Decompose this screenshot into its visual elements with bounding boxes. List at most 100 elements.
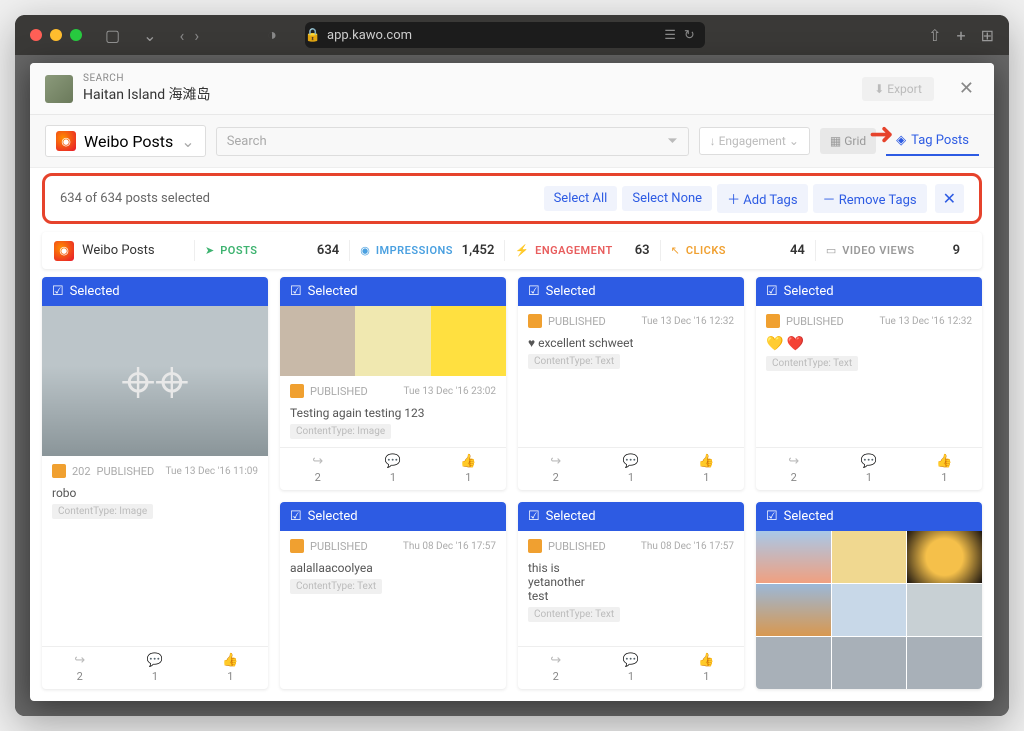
like-icon[interactable]: 👍 <box>431 454 506 469</box>
select-none-button[interactable]: Select None <box>622 186 712 211</box>
check-icon: ☑ <box>52 284 64 299</box>
chevron-down-icon[interactable]: ⌄ <box>143 26 156 45</box>
browser-window: ▢ ⌄ ‹ › ◑ 🔒 app.kawo.com ☰↻ ⇧ + ⊞ SEARCH… <box>15 15 1009 716</box>
comment-icon[interactable]: 💬 <box>593 653 668 668</box>
likes-count: 1 <box>193 670 268 683</box>
search-placeholder: Search <box>227 134 267 149</box>
traffic-lights[interactable] <box>30 29 82 41</box>
source-select[interactable]: Weibo Posts ⌄ <box>45 125 206 157</box>
maximize-window-icon[interactable] <box>70 29 82 41</box>
selected-header[interactable]: ☑Selected <box>280 502 506 531</box>
posts-grid: ☑Selected ⌖⌖ 202PUBLISHEDTue 13 Dec '16 … <box>30 277 994 701</box>
like-icon[interactable]: 👍 <box>669 653 744 668</box>
shield-icon[interactable]: ◑ <box>267 25 277 45</box>
post-text: ♥ excellent schweet <box>528 336 633 350</box>
post-image: ⌖⌖ <box>42 306 268 456</box>
content-type-tag: ContentType: Text <box>766 356 858 371</box>
comment-icon[interactable]: 💬 <box>117 653 192 668</box>
selected-header[interactable]: ☑Selected <box>756 502 982 531</box>
reload-icon[interactable]: ↻ <box>684 28 695 43</box>
tag-icon: ◈ <box>896 133 906 148</box>
page-body: SEARCH Haitan Island 海滩岛 ⬇ Export ✕ Weib… <box>15 55 1009 716</box>
posts-label: POSTS <box>220 244 257 257</box>
minimize-window-icon[interactable] <box>50 29 62 41</box>
post-card[interactable]: ☑Selected ⌖⌖ 202PUBLISHEDTue 13 Dec '16 … <box>42 277 268 689</box>
comment-icon[interactable]: 💬 <box>355 454 430 469</box>
post-card[interactable]: ☑Selected PUBLISHEDTue 13 Dec '16 12:32 … <box>518 277 744 490</box>
comments-count: 1 <box>117 670 192 683</box>
check-icon: ☑ <box>528 284 540 299</box>
post-image-grid <box>756 531 982 689</box>
post-text: this is yetanother test <box>528 561 585 603</box>
address-bar[interactable]: 🔒 app.kawo.com ☰↻ <box>305 22 705 48</box>
comment-icon[interactable]: 💬 <box>831 454 906 469</box>
new-tab-icon[interactable]: + <box>957 26 966 45</box>
grid-view-button[interactable]: ▦ Grid <box>820 128 876 154</box>
search-input[interactable]: Search ⏷ <box>216 127 689 156</box>
impressions-label: IMPRESSIONS <box>376 244 453 257</box>
share-icon[interactable]: ↪ <box>756 454 831 469</box>
like-icon[interactable]: 👍 <box>193 653 268 668</box>
tabs-icon[interactable]: ⊞ <box>981 26 994 45</box>
add-tags-button[interactable]: ＋ Add Tags <box>717 184 807 213</box>
post-card[interactable]: ☑Selected <box>756 502 982 689</box>
content-type-tag: ContentType: Text <box>528 354 620 369</box>
close-selection-icon[interactable]: ✕ <box>935 184 964 213</box>
post-thumbnails <box>280 306 506 376</box>
post-card[interactable]: ☑Selected PUBLISHEDTue 13 Dec '16 23:02 … <box>280 277 506 490</box>
post-card[interactable]: ☑Selected PUBLISHEDTue 13 Dec '16 12:32 … <box>756 277 982 490</box>
share-icon[interactable]: ↪ <box>280 454 355 469</box>
published-label: PUBLISHED <box>97 465 155 478</box>
select-all-button[interactable]: Select All <box>544 186 618 211</box>
like-icon[interactable]: 👍 <box>907 454 982 469</box>
url-text: app.kawo.com <box>327 28 412 43</box>
filter-icon[interactable]: ⏷ <box>667 134 677 149</box>
published-label: PUBLISHED <box>786 315 844 328</box>
tag-posts-button[interactable]: ◈ Tag Posts <box>886 127 979 156</box>
post-date: Tue 13 Dec '16 12:32 <box>642 316 734 327</box>
clicks-value: 44 <box>790 243 805 258</box>
post-card[interactable]: ☑Selected PUBLISHEDThu 08 Dec '16 17:57 … <box>518 502 744 689</box>
content-type-tag: ContentType: Image <box>52 504 153 519</box>
browser-chrome: ▢ ⌄ ‹ › ◑ 🔒 app.kawo.com ☰↻ ⇧ + ⊞ <box>15 15 1009 55</box>
like-icon[interactable]: 👍 <box>669 454 744 469</box>
remove-tags-button[interactable]: － Remove Tags <box>813 184 927 213</box>
selected-header[interactable]: ☑Selected <box>42 277 268 306</box>
selected-header[interactable]: ☑Selected <box>756 277 982 306</box>
comment-icon[interactable]: 💬 <box>593 454 668 469</box>
modal-header: SEARCH Haitan Island 海滩岛 ⬇ Export ✕ <box>30 63 994 115</box>
post-date: Thu 08 Dec '16 17:57 <box>403 541 496 552</box>
content-type-tag: ContentType: Image <box>290 424 391 439</box>
stats-source: Weibo Posts <box>82 243 155 258</box>
post-card[interactable]: ☑Selected PUBLISHEDThu 08 Dec '16 17:57 … <box>280 502 506 689</box>
video-icon: ▭ <box>826 244 836 257</box>
post-text: aalallaacoolyea <box>290 561 373 575</box>
engagement-sort[interactable]: ↓ Engagement ⌄ <box>699 127 810 155</box>
reader-icon[interactable]: ☰ <box>664 28 676 43</box>
sidebar-toggle-icon[interactable]: ▢ <box>105 26 120 45</box>
export-button[interactable]: ⬇ Export <box>862 77 934 101</box>
weibo-badge-icon <box>290 384 304 398</box>
stats-bar: Weibo Posts ➤POSTS634 ◉IMPRESSIONS1,452 … <box>42 232 982 269</box>
page-avatar <box>45 75 73 103</box>
share-icon[interactable]: ↪ <box>518 653 593 668</box>
close-modal-icon[interactable]: ✕ <box>954 78 979 99</box>
post-text: robo <box>52 486 76 500</box>
shares-count: 2 <box>42 670 117 683</box>
weibo-badge-icon <box>52 464 66 478</box>
selected-header[interactable]: ☑Selected <box>280 277 506 306</box>
close-window-icon[interactable] <box>30 29 42 41</box>
weibo-icon <box>56 131 76 151</box>
forward-icon[interactable]: › <box>194 26 199 45</box>
share-icon[interactable]: ⇧ <box>928 26 941 45</box>
post-date: Thu 08 Dec '16 17:57 <box>641 541 734 552</box>
share-icon[interactable]: ↪ <box>42 653 117 668</box>
selected-header[interactable]: ☑Selected <box>518 502 744 531</box>
selected-header[interactable]: ☑Selected <box>518 277 744 306</box>
back-icon[interactable]: ‹ <box>180 26 185 45</box>
impressions-value: 1,452 <box>462 243 495 258</box>
pointer-icon: ↖ <box>671 244 680 257</box>
share-icon[interactable]: ↪ <box>518 454 593 469</box>
eye-icon: ◉ <box>360 244 370 257</box>
post-date: Tue 13 Dec '16 23:02 <box>404 386 496 397</box>
